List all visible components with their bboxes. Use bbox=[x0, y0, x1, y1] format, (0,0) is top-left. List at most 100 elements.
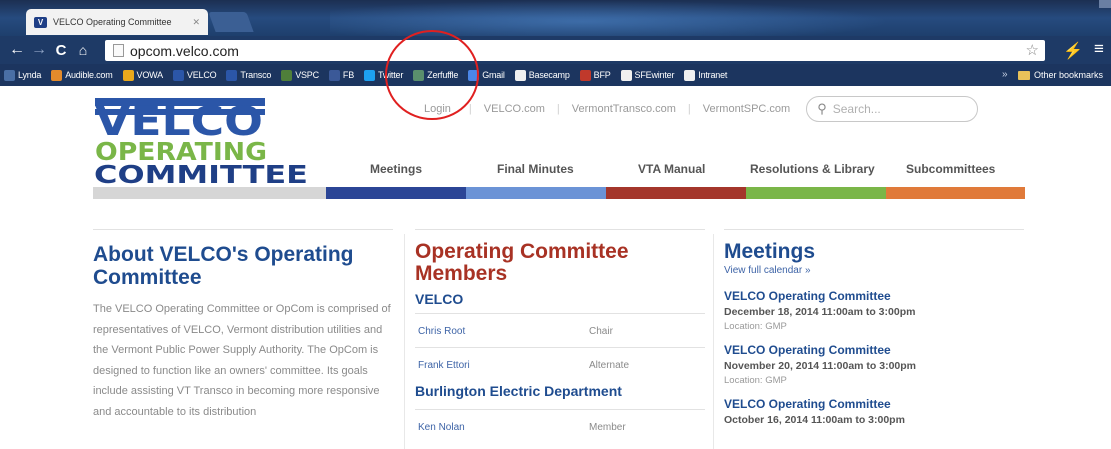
other-bookmarks[interactable]: Other bookmarks bbox=[1018, 64, 1103, 86]
bookmark-star-icon[interactable]: ☆ bbox=[1026, 41, 1039, 59]
member-name[interactable]: Chris Root bbox=[418, 326, 465, 337]
velco-icon bbox=[172, 69, 184, 81]
nav-subcommittees[interactable]: Subcommittees bbox=[906, 162, 995, 176]
bookmark-item[interactable]: Basecamp bbox=[514, 69, 570, 81]
bfp-icon bbox=[579, 69, 591, 81]
url-text[interactable]: opcom.velco.com bbox=[130, 43, 239, 59]
bookmark-label: SFEwinter bbox=[634, 70, 675, 80]
meeting-title[interactable]: VELCO Operating Committee bbox=[724, 343, 1024, 357]
bookmarks-bar: Lynda Audible.com VOWA VELCO Transco VSPC FB Tw… bbox=[0, 64, 1111, 86]
back-arrow-icon[interactable]: ← bbox=[6, 41, 28, 59]
reload-icon[interactable]: C bbox=[50, 42, 72, 59]
bookmark-label: Lynda bbox=[18, 70, 42, 80]
bookmark-item[interactable]: BFP bbox=[579, 69, 611, 81]
bookmark-label: VELCO bbox=[186, 70, 217, 80]
member-name[interactable]: Ken Nolan bbox=[418, 422, 465, 433]
colorbar-red bbox=[606, 187, 746, 199]
about-body: The VELCO Operating Committee or OpCom i… bbox=[93, 303, 391, 418]
member-name[interactable]: Frank Ettori bbox=[418, 360, 470, 371]
column-rule bbox=[404, 234, 405, 449]
meeting-date: November 20, 2014 11:00am to 3:00pm bbox=[724, 360, 917, 372]
meetings-section: Meetings View full calendar » VELCO Oper… bbox=[724, 240, 1024, 427]
member-role: Alternate bbox=[589, 360, 630, 371]
velco-favicon-icon: V bbox=[34, 16, 47, 28]
facebook-icon bbox=[328, 69, 340, 81]
colorbar-navy bbox=[326, 187, 466, 199]
browser-toolbar: ← → C ⌂ opcom.velco.com ☆ bbox=[0, 36, 1111, 64]
bookmark-label: VSPC bbox=[295, 70, 319, 80]
column-divider bbox=[724, 229, 1024, 230]
utility-nav: Login | VELCO.com | VermontTransco.com |… bbox=[424, 96, 979, 122]
address-bar[interactable]: opcom.velco.com ☆ bbox=[105, 40, 1045, 61]
bookmark-item[interactable]: Lynda bbox=[4, 69, 42, 81]
page-icon bbox=[620, 69, 632, 81]
bookmark-item[interactable]: Audible.com bbox=[51, 69, 113, 81]
bookmark-item[interactable]: VSPC bbox=[281, 69, 319, 81]
nav-resolutions-library[interactable]: Resolutions & Library bbox=[750, 162, 875, 176]
bookmark-item[interactable]: SFEwinter bbox=[620, 69, 675, 81]
search-input[interactable] bbox=[832, 102, 953, 116]
chrome-menu-icon[interactable]: ≡ bbox=[1094, 39, 1104, 59]
meeting-item: VELCO Operating Committee October 16, 20… bbox=[724, 397, 1024, 426]
org-heading: VELCO bbox=[415, 291, 464, 307]
meeting-item: VELCO Operating Committee November 20, 2… bbox=[724, 343, 1024, 386]
member-row: Frank Ettori Alternate bbox=[415, 347, 705, 381]
about-title: About VELCO's Operating Committee bbox=[93, 243, 354, 289]
meeting-title[interactable]: VELCO Operating Committee bbox=[724, 289, 1024, 303]
nav-meetings[interactable]: Meetings bbox=[370, 162, 422, 176]
other-bookmarks-label: Other bookmarks bbox=[1034, 70, 1104, 80]
tab-title: VELCO Operating Committee bbox=[53, 17, 172, 27]
colorbar-orange bbox=[886, 187, 1025, 199]
members-title: Operating Committee Members bbox=[415, 240, 629, 285]
column-divider bbox=[415, 229, 705, 230]
meeting-date: December 18, 2014 11:00am to 3:00pm bbox=[724, 306, 916, 318]
bookmark-item[interactable]: Transco bbox=[226, 69, 272, 81]
annotation-circle bbox=[385, 30, 479, 120]
meeting-item: VELCO Operating Committee December 18, 2… bbox=[724, 289, 1024, 332]
browser-tab[interactable]: V VELCO Operating Committee ✕ bbox=[26, 9, 208, 35]
home-icon[interactable]: ⌂ bbox=[72, 42, 94, 58]
meeting-date: October 16, 2014 11:00am to 3:00pm bbox=[724, 414, 905, 426]
twitter-icon bbox=[364, 69, 376, 81]
meeting-location: Location: GMP bbox=[724, 321, 787, 332]
bookmark-item[interactable]: VOWA bbox=[122, 69, 163, 81]
page-icon bbox=[514, 69, 526, 81]
vermonttransco-link[interactable]: VermontTransco.com bbox=[572, 103, 676, 115]
forward-arrow-icon[interactable]: → bbox=[28, 41, 50, 59]
nav-final-minutes[interactable]: Final Minutes bbox=[497, 162, 574, 176]
member-role: Chair bbox=[589, 326, 613, 337]
org-heading: Burlington Electric Department bbox=[415, 383, 622, 399]
velco-com-link[interactable]: VELCO.com bbox=[484, 103, 545, 115]
page-icon bbox=[684, 69, 696, 81]
transco-icon bbox=[226, 69, 238, 81]
bookmark-item[interactable]: VELCO bbox=[172, 69, 217, 81]
lynda-icon bbox=[4, 69, 15, 81]
column-rule bbox=[713, 234, 714, 449]
more-bookmarks-chevron-icon[interactable]: » bbox=[1002, 69, 1008, 80]
audible-icon bbox=[51, 69, 63, 81]
extension-icon[interactable]: ⚡ bbox=[1063, 41, 1083, 61]
view-calendar-link[interactable]: View full calendar » bbox=[724, 265, 1024, 276]
meetings-title: Meetings bbox=[724, 240, 816, 263]
nav-vta-manual[interactable]: VTA Manual bbox=[638, 162, 705, 176]
bookmark-label: Audible.com bbox=[65, 70, 113, 80]
tab-close-icon[interactable]: ✕ bbox=[192, 17, 200, 28]
bookmark-label: Transco bbox=[240, 70, 272, 80]
bookmark-label: Basecamp bbox=[528, 70, 570, 80]
web-page: VELCO OPERATING COMMITTEE Login | VELCO.… bbox=[0, 86, 1111, 449]
bookmark-label: Gmail bbox=[482, 70, 505, 80]
vspc-icon bbox=[281, 69, 293, 81]
new-tab-button[interactable] bbox=[208, 12, 254, 32]
bookmark-item[interactable]: FB bbox=[328, 69, 354, 81]
browser-window: V VELCO Operating Committee ✕ ← → C ⌂ op… bbox=[0, 0, 1111, 449]
window-controls[interactable] bbox=[1099, 0, 1111, 8]
bookmark-item[interactable]: Intranet bbox=[684, 69, 727, 81]
about-section: About VELCO's Operating Committee The VE… bbox=[93, 243, 393, 422]
search-icon: ⚲ bbox=[817, 101, 827, 116]
colorbar-blue bbox=[466, 187, 606, 199]
vermontspc-link[interactable]: VermontSPC.com bbox=[703, 103, 790, 115]
separator: | bbox=[687, 103, 691, 115]
site-search[interactable]: ⚲ bbox=[806, 96, 979, 122]
meeting-title[interactable]: VELCO Operating Committee bbox=[724, 397, 1024, 411]
main-nav: Meetings Final Minutes VTA Manual Resolu… bbox=[0, 162, 1111, 180]
